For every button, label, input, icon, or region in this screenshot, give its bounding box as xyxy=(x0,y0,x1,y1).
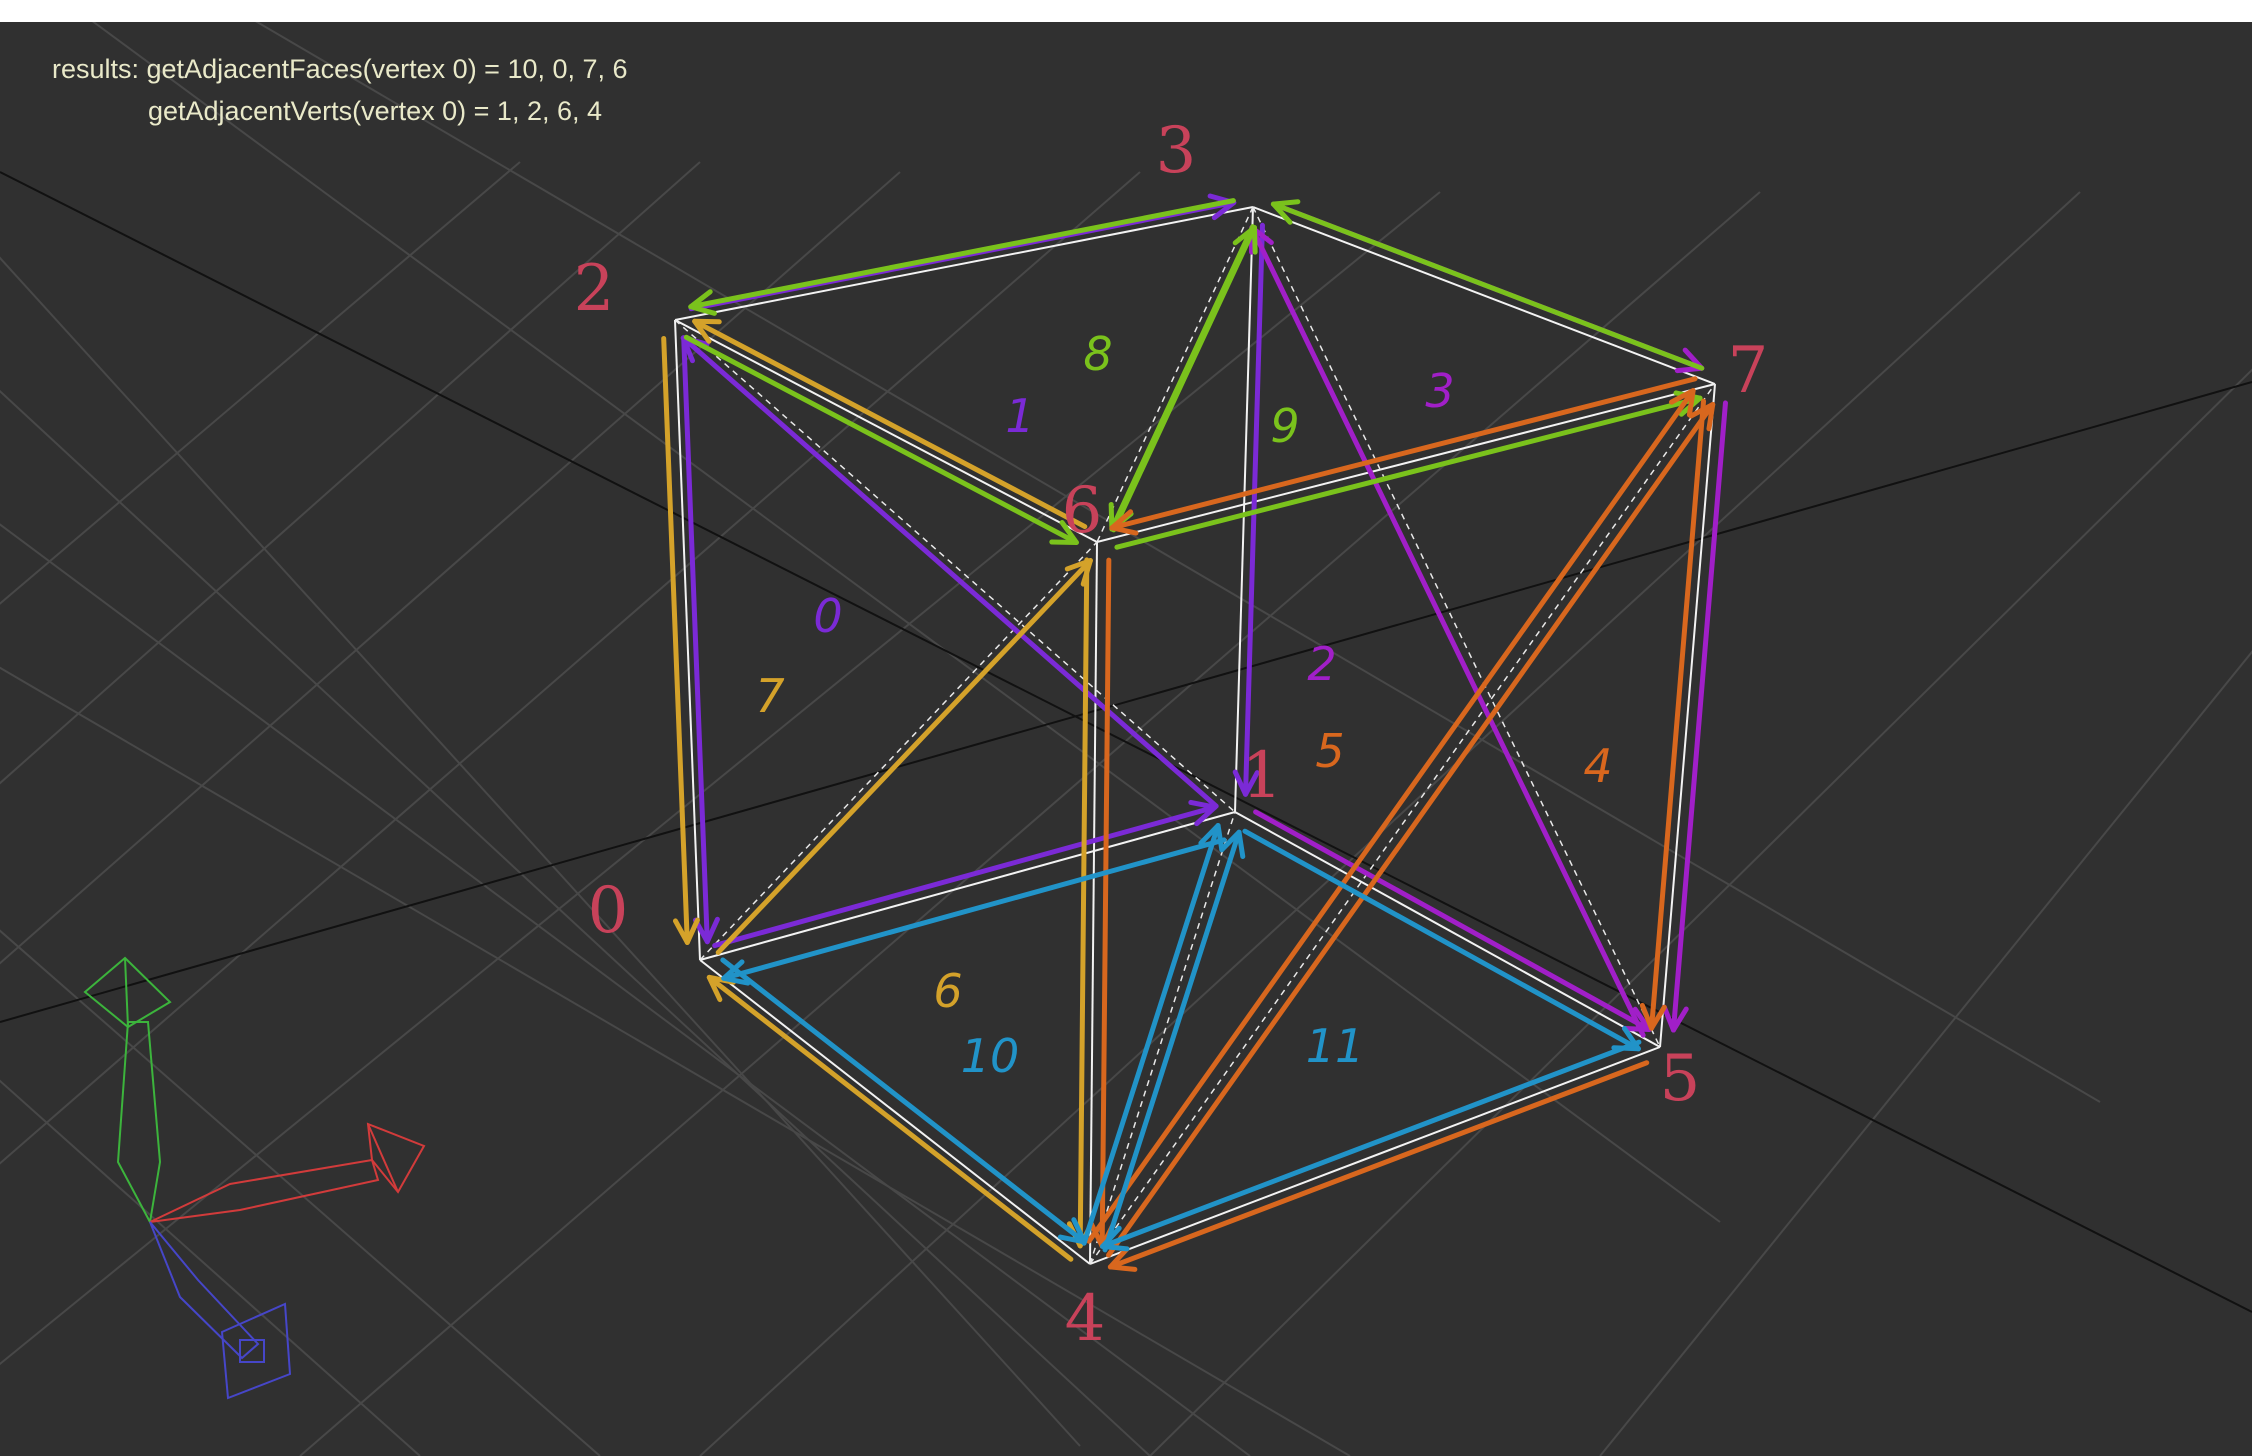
halfedge-6-4 xyxy=(1099,557,1112,1249)
viewport-3d[interactable]: 0 1 2 3 4 5 6 7 8 9 10 11 01234567 results: getAdja… xyxy=(0,22,2252,1456)
grid-line xyxy=(0,666,1351,1456)
face-label-2: 2 xyxy=(1307,637,1336,691)
gizmo-x-head xyxy=(366,1122,426,1194)
scene-canvas: 012345678910 11 01234567 xyxy=(0,22,2252,1456)
halfedge-4-1 xyxy=(1102,829,1242,1253)
vertex-label-4: 4 xyxy=(1065,1282,1106,1356)
halfedge-1-2 xyxy=(680,335,1219,809)
halfedge-7-5 xyxy=(1649,398,1707,1031)
grid-line xyxy=(0,1079,421,1456)
gizmo-y-ridge xyxy=(124,957,129,1028)
halfedge-7-3 xyxy=(1270,201,1705,371)
halfedge-2-0 xyxy=(661,335,690,945)
halfedge-5-3 xyxy=(1249,225,1646,1038)
ground-grid xyxy=(0,22,2252,1456)
diagonal-4-1 xyxy=(1089,811,1236,1265)
cube-edge-6-7 xyxy=(1096,383,1716,543)
halfedge-6-7 xyxy=(1114,395,1703,550)
vertex-label-1: 1 xyxy=(1242,739,1283,813)
halfedge-3-6 xyxy=(1109,224,1256,532)
gizmo-z-cap xyxy=(239,1339,265,1363)
diagonal-3-6 xyxy=(1096,206,1254,543)
face-label-0: 0 xyxy=(813,589,842,643)
cube-edge-2-3 xyxy=(674,206,1254,321)
grid-line xyxy=(699,191,2081,1456)
face-label-11: 11 xyxy=(1306,1019,1365,1073)
face-label-7: 7 xyxy=(755,669,784,723)
halfedge-6-4 xyxy=(1077,557,1090,1249)
grid-line xyxy=(1149,368,2252,1456)
halfedge-4-0 xyxy=(706,974,1074,1262)
face-label-3: 3 xyxy=(1425,364,1454,418)
face-label-9: 9 xyxy=(1270,399,1299,453)
face-label-5: 5 xyxy=(1315,724,1344,778)
halfedge-5-4 xyxy=(1107,1060,1650,1270)
vertex-label-2: 2 xyxy=(574,252,615,326)
cube-edge-3-7 xyxy=(1252,206,1716,385)
face-label-6: 6 xyxy=(933,964,962,1018)
grid-line xyxy=(0,256,1081,1447)
halfedge-0-4 xyxy=(720,957,1087,1245)
halfedge-7-6 xyxy=(1109,376,1698,531)
cube-edge-0-4 xyxy=(699,959,1091,1265)
vertex-label-6: 6 xyxy=(1062,474,1103,548)
cube-edge-1-3 xyxy=(1234,206,1254,813)
halfedge-5-4 xyxy=(1100,1039,1642,1249)
grid-line xyxy=(0,171,1141,1165)
axis-gizmo xyxy=(83,956,426,1400)
grid-line xyxy=(0,389,1151,1456)
vertex-label-0: 0 xyxy=(588,874,629,948)
grid-line xyxy=(91,22,1721,1223)
cube-edge-1-5 xyxy=(1234,811,1661,1048)
face-label-4: 4 xyxy=(1583,739,1612,793)
face-label-10: 10 xyxy=(961,1029,1020,1083)
cube-edge-4-6 xyxy=(1089,541,1098,1265)
results-line-1: results: getAdjacentFaces(vertex 0) = 10… xyxy=(52,54,628,84)
cube-edge-4-5 xyxy=(1089,1046,1661,1265)
cube-edge-5-7 xyxy=(1659,383,1716,1048)
halfedge-1-0 xyxy=(721,837,1227,981)
halfedge-3-2 xyxy=(688,198,1236,310)
vertex-label-5: 5 xyxy=(1660,1042,1701,1116)
face-label-1: 1 xyxy=(1005,389,1034,443)
face-label-8: 8 xyxy=(1083,327,1112,381)
results-line-2: getAdjacentVerts(vertex 0) = 1, 2, 6, 4 xyxy=(148,96,603,126)
grid-line xyxy=(0,929,601,1456)
grid-line xyxy=(0,523,1251,1456)
diagonal-2-1 xyxy=(674,319,1236,813)
gizmo-z-head xyxy=(220,1302,292,1400)
gizmo-z-shaft xyxy=(149,1221,260,1360)
vertex-label-7: 7 xyxy=(1728,334,1769,408)
vertex-label-3: 3 xyxy=(1156,114,1197,188)
halfedge-7-5 xyxy=(1670,400,1728,1033)
